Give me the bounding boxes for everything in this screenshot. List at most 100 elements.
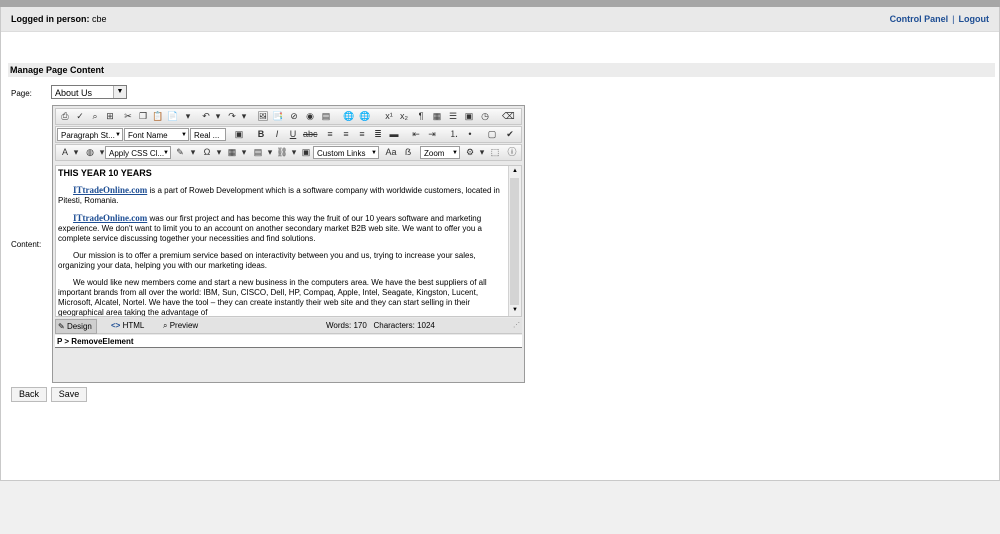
template-manager-icon[interactable]: ▤ (320, 111, 332, 122)
logged-in-label: Logged in person: (11, 14, 90, 24)
subscript-icon[interactable]: x₂ (398, 111, 410, 122)
paragraph-text: We would like new members come and start… (58, 278, 487, 317)
font-size-dropdown[interactable]: Real ... (190, 128, 226, 141)
font-name-dropdown[interactable]: Font Name ▼ (124, 128, 189, 141)
remove-alignment-icon[interactable]: ▬ (388, 129, 400, 140)
logout-link[interactable]: Logout (959, 14, 990, 24)
scroll-down-icon[interactable]: ▼ (509, 305, 521, 316)
word-char-count: Words: 170 Characters: 1024 (326, 321, 435, 330)
magnifier-icon: ⌕ (163, 321, 168, 330)
scrollbar-thumb[interactable] (510, 178, 519, 305)
custom-links-dropdown[interactable]: Custom Links ▼ (313, 146, 379, 159)
horizontal-rule-icon[interactable]: ☰ (447, 111, 459, 122)
resize-grip-icon[interactable]: ⋰ (513, 321, 520, 329)
outdent-icon[interactable]: ⇤ (410, 129, 422, 140)
chevron-down-icon: ▼ (452, 150, 458, 156)
top-strip (0, 0, 1000, 7)
copy-icon[interactable]: ❐ (137, 111, 149, 122)
about-icon[interactable]: ⓘ (506, 147, 518, 158)
justify-icon[interactable]: ≣ (372, 129, 384, 140)
select-all-icon[interactable]: ⊞ (104, 111, 116, 122)
tab-preview[interactable]: ⌕ Preview (161, 319, 202, 332)
page-properties-icon[interactable]: ▣ (300, 147, 312, 158)
media-manager-icon[interactable]: ◉ (304, 111, 316, 122)
underline-icon[interactable]: U (287, 129, 299, 140)
dom-path-bar[interactable]: P > RemoveElement (55, 335, 522, 348)
format-stripper-icon[interactable]: ⌫ (502, 111, 515, 122)
hyperlink-icon[interactable]: 🌐 (343, 111, 355, 122)
table-dropdown-icon[interactable]: ▾ (238, 147, 250, 158)
spellcheck-icon[interactable]: ✓ (74, 111, 86, 122)
flash-manager-icon[interactable]: ⊘ (288, 111, 300, 122)
convert-lowercase-icon[interactable]: ẞ (402, 147, 414, 158)
chars-count: 1024 (417, 321, 435, 330)
tab-design[interactable]: ✎ Design (55, 319, 97, 334)
snippet-icon[interactable]: ▤ (252, 147, 264, 158)
module-manager-icon[interactable]: ⚙ (464, 147, 476, 158)
align-right-icon[interactable]: ≡ (356, 129, 368, 140)
format-painter-dropdown-icon[interactable]: ▾ (187, 147, 199, 158)
vertical-scrollbar[interactable]: ▲ ▼ (508, 166, 521, 316)
symbol-icon[interactable]: Ω (201, 147, 213, 158)
undo-dropdown-icon[interactable]: ▾ (212, 111, 224, 122)
find-icon[interactable]: ⌕ (89, 111, 101, 122)
align-center-icon[interactable]: ≡ (340, 129, 352, 140)
paragraph-style-dropdown[interactable]: Paragraph St... ▼ (57, 128, 123, 141)
snippet-dropdown-icon[interactable]: ▾ (264, 147, 276, 158)
editor-content-area[interactable]: THIS YEAR 10 YEARS ITtradeOnline.com is … (55, 165, 522, 317)
toggle-border-icon[interactable]: ▢ (486, 129, 498, 140)
toolbar-row-2: Paragraph St... ▼ Font Name ▼ Real ... ▣ B… (55, 126, 522, 143)
redo-icon[interactable]: ↷ (226, 111, 238, 122)
document-manager-icon[interactable]: 📑 (272, 111, 284, 122)
xhtml-validator-icon[interactable]: ✔ (504, 129, 516, 140)
css-class-dropdown[interactable]: Apply CSS Cl... ▼ (105, 146, 171, 159)
back-button[interactable]: Back (11, 387, 47, 402)
bulleted-list-icon[interactable]: • (464, 129, 476, 140)
paste-icon[interactable]: 📋 (152, 111, 164, 122)
font-color-dropdown-icon[interactable]: ▾ (70, 147, 82, 158)
strikethrough-icon[interactable]: abc (303, 129, 318, 140)
undo-icon[interactable]: ↶ (200, 111, 212, 122)
link-manager-icon[interactable]: ⛓ (276, 147, 288, 158)
redo-dropdown-icon[interactable]: ▾ (238, 111, 250, 122)
content-paragraph: We would like new members come and start… (58, 278, 508, 317)
page-select[interactable]: About Us ▼ (51, 85, 127, 99)
superscript-icon[interactable]: x¹ (383, 111, 395, 122)
insert-date-icon[interactable]: ◷ (479, 111, 491, 122)
image-manager-icon[interactable]: 🖼 (257, 111, 269, 122)
insert-form-icon[interactable]: ▣ (463, 111, 475, 122)
control-panel-link[interactable]: Control Panel (890, 14, 949, 24)
paste-text-icon[interactable]: 📄 (167, 111, 179, 122)
page-panel: Logged in person: cbe Control Panel | Logo… (0, 7, 1000, 481)
indent-icon[interactable]: ⇥ (426, 129, 438, 140)
cut-icon[interactable]: ✂ (122, 111, 134, 122)
highlight-color-icon[interactable]: ◍ (84, 147, 96, 158)
module-dropdown-icon[interactable]: ▾ (476, 147, 488, 158)
numbered-list-icon[interactable]: ⒈ (448, 129, 460, 140)
scroll-up-icon[interactable]: ▲ (509, 166, 521, 177)
image-map-icon[interactable]: ▣ (233, 129, 245, 140)
content-link[interactable]: ITtradeOnline.com (73, 185, 147, 195)
table-icon[interactable]: ▦ (226, 147, 238, 158)
tab-design-label: Design (66, 322, 92, 331)
paragraph-mark-icon[interactable]: ¶ (415, 111, 427, 122)
chevron-down-icon: ▼ (113, 86, 126, 98)
italic-icon[interactable]: I (271, 129, 283, 140)
bold-icon[interactable]: B (255, 129, 267, 140)
zoom-dropdown[interactable]: Zoom ▼ (420, 146, 460, 159)
save-button[interactable]: Save (51, 387, 87, 402)
paste-options-icon[interactable]: ▾ (182, 111, 194, 122)
remove-link-icon[interactable]: 🌐 (359, 111, 371, 122)
format-painter-icon[interactable]: ✎ (174, 147, 186, 158)
paste-html-icon[interactable]: ⬚ (489, 147, 501, 158)
content-link[interactable]: ITtradeOnline.com (73, 213, 147, 223)
symbol-dropdown-icon[interactable]: ▾ (213, 147, 225, 158)
format-block-icon[interactable]: ▦ (431, 111, 443, 122)
print-icon[interactable]: ⎙ (59, 111, 71, 122)
chevron-down-icon: ▼ (115, 132, 121, 138)
tab-html[interactable]: <> HTML (109, 319, 148, 332)
link-dropdown-icon[interactable]: ▾ (288, 147, 300, 158)
convert-uppercase-icon[interactable]: Aa (385, 147, 397, 158)
editor-mode-bar: ✎ Design <> HTML ⌕ Preview Words: 170 Ch… (55, 318, 522, 334)
align-left-icon[interactable]: ≡ (324, 129, 336, 140)
